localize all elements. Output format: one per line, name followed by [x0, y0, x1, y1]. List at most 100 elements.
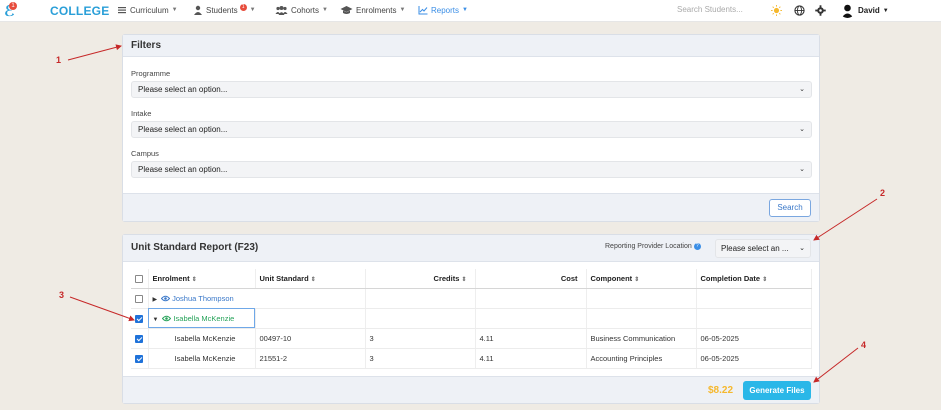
nav-curriculum[interactable]: Curriculum ▼: [117, 5, 178, 15]
chevron-down-icon: ▼: [882, 7, 889, 14]
campus-label: Campus: [131, 149, 159, 158]
provider-location-select[interactable]: Please select an ... ⌄: [715, 239, 811, 258]
students-badge: 1: [239, 3, 247, 11]
filters-header: Filters: [123, 35, 819, 57]
annotation-arrow-2: [813, 198, 878, 241]
group-name-cell[interactable]: ▼ Isabella McKenzie: [148, 308, 256, 329]
search-students-input[interactable]: Search Students...: [677, 5, 767, 14]
col-enrolment-label: Enrolment: [152, 273, 190, 283]
col-cost-label: Cost: [560, 273, 578, 283]
generate-files-button[interactable]: Generate Files: [743, 381, 811, 400]
filters-title: Filters: [131, 40, 162, 51]
provider-location-label-group: Reporting Provider Location ?: [605, 243, 701, 250]
menu-icon: [118, 7, 126, 14]
graduation-cap-icon: [340, 6, 353, 14]
empty-cell: [255, 308, 366, 329]
chevron-down-icon: ⌄: [799, 166, 805, 173]
eye-icon[interactable]: [162, 315, 172, 322]
report-header: Unit Standard Report (F23) Reporting Pro…: [123, 235, 819, 262]
col-enrolment[interactable]: Enrolment ⇕: [148, 269, 256, 289]
campus-select-value: Please select an option...: [138, 165, 228, 174]
row-select-cell: [131, 328, 149, 349]
filters-footer: Search: [123, 193, 819, 221]
empty-cell: [365, 288, 476, 309]
completion-date-cell: 06-05-2025: [696, 348, 812, 369]
globe-icon[interactable]: [794, 5, 805, 16]
chevron-down-icon: ▼: [322, 7, 328, 13]
app-logo[interactable]: ℰ 1: [3, 2, 17, 19]
nav-enrolments[interactable]: Enrolments ▼: [340, 5, 405, 15]
logo-notification-badge: 1: [9, 2, 17, 10]
nav-cohorts[interactable]: Cohorts ▼: [275, 5, 328, 15]
empty-cell: [696, 308, 812, 329]
group-name-cell[interactable]: ▶ Joshua Thompson: [148, 288, 366, 309]
report-footer: $8.22 Generate Files: [123, 376, 819, 403]
expand-arrow-icon[interactable]: ▶: [153, 297, 158, 303]
row-checkbox[interactable]: [135, 334, 143, 343]
sun-icon[interactable]: [771, 5, 782, 16]
col-credits[interactable]: Credits ⇕: [365, 269, 476, 289]
credits-cell: 3: [365, 348, 476, 369]
chevron-down-icon: ⌄: [799, 86, 805, 93]
table-header-row: Enrolment ⇕ Unit Standard ⇕ Credits ⇕ Co…: [131, 269, 812, 289]
chart-line-icon: [418, 6, 428, 15]
component-cell: Business Communication: [586, 328, 697, 349]
sort-icon: ⇕: [310, 276, 316, 283]
nav-curriculum-label: Curriculum: [130, 5, 169, 15]
user-icon: [194, 5, 202, 15]
col-component[interactable]: Component ⇕: [586, 269, 697, 289]
table-row[interactable]: Isabella McKenzie 21551-2 3 4.11 Account…: [131, 348, 812, 369]
table-row[interactable]: Isabella McKenzie 00497-10 3 4.11 Busine…: [131, 328, 812, 349]
table-row[interactable]: ▶ Joshua Thompson: [131, 288, 812, 309]
student-link[interactable]: Joshua Thompson: [172, 294, 234, 303]
campus-select[interactable]: Please select an option... ⌄: [131, 161, 812, 178]
top-navbar: ℰ 1 COLLEGE Curriculum ▼ Students 1 ▼ Co…: [0, 0, 941, 22]
nav-reports[interactable]: Reports ▼: [418, 5, 468, 15]
student-link[interactable]: Isabella McKenzie: [173, 314, 234, 323]
provider-location-value: Please select an ...: [721, 244, 789, 253]
chevron-down-icon: ▼: [171, 7, 178, 13]
select-all-checkbox[interactable]: [135, 274, 143, 283]
table-row[interactable]: ▼ Isabella McKenzie: [131, 308, 812, 329]
empty-cell: [475, 308, 587, 329]
info-icon[interactable]: ?: [693, 243, 701, 250]
intake-label: Intake: [131, 109, 152, 118]
collapse-arrow-icon[interactable]: ▼: [153, 317, 159, 323]
intake-select[interactable]: Please select an option... ⌄: [131, 121, 812, 138]
row-checkbox[interactable]: [135, 354, 143, 363]
report-title: Unit Standard Report (F23): [131, 242, 259, 253]
col-completion-date[interactable]: Completion Date ⇕: [696, 269, 812, 289]
users-icon: [275, 6, 288, 15]
programme-label: Programme: [131, 69, 171, 78]
row-select-cell: [131, 308, 149, 329]
empty-cell: [586, 288, 697, 309]
row-checkbox[interactable]: [135, 294, 143, 303]
annotation-1: 1: [56, 55, 62, 65]
cost-cell: 4.11: [475, 328, 587, 349]
row-select-cell: [131, 348, 149, 369]
eye-icon[interactable]: [161, 295, 171, 302]
total-cost: $8.22: [708, 385, 734, 396]
user-menu[interactable]: David ▼: [840, 3, 889, 18]
nav-students[interactable]: Students 1 ▼: [193, 3, 256, 15]
col-unit-standard[interactable]: Unit Standard ⇕: [255, 269, 366, 289]
brand-name[interactable]: COLLEGE: [50, 4, 109, 18]
empty-cell: [475, 288, 587, 309]
chevron-down-icon: ▼: [249, 7, 256, 13]
row-checkbox[interactable]: [135, 314, 143, 323]
programme-select[interactable]: Please select an option... ⌄: [131, 81, 812, 98]
search-button[interactable]: Search: [769, 199, 811, 217]
gear-icon[interactable]: [815, 5, 826, 16]
unit-standard-report-card: Unit Standard Report (F23) Reporting Pro…: [122, 234, 820, 404]
unit-standard-cell: 00497-10: [255, 328, 366, 349]
filters-card: Filters Programme Please select an optio…: [122, 34, 820, 222]
sort-icon: ⇕: [762, 276, 768, 283]
chevron-down-icon: ▼: [399, 7, 406, 13]
nav-cohorts-label: Cohorts: [291, 5, 320, 15]
enrolment-cell: Isabella McKenzie: [148, 348, 256, 369]
sort-icon: ⇕: [191, 276, 197, 283]
provider-location-label: Reporting Provider Location: [605, 243, 692, 250]
annotation-4: 4: [861, 340, 867, 350]
col-component-label: Component: [590, 273, 633, 283]
enrolment-cell: Isabella McKenzie: [148, 328, 256, 349]
